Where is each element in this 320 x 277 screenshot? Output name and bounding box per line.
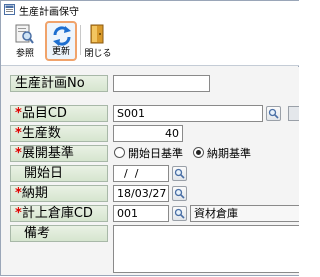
form-area: 生産計画No *品目CD S001 *生産数 40 *展開基準 開始日基準 納期… xyxy=(4,67,299,275)
item-cd-input[interactable]: S001 xyxy=(113,105,263,122)
remarks-label-text: 備考 xyxy=(24,226,51,241)
plan-no-label-text: 生産計画No xyxy=(15,76,85,91)
required-mark: * xyxy=(15,206,22,221)
radio-due-date-basis[interactable]: 納期基準 xyxy=(193,146,251,162)
warehouse-cd-input[interactable]: 001 xyxy=(113,205,169,222)
quantity-label: *生産数 xyxy=(10,125,108,142)
lookup-button[interactable]: 参照 xyxy=(9,21,41,61)
required-mark: * xyxy=(15,146,22,161)
plan-no-label: 生産計画No xyxy=(10,75,108,92)
plan-no-input[interactable] xyxy=(113,75,210,92)
quantity-input[interactable]: 40 xyxy=(113,125,183,142)
app-icon xyxy=(4,4,15,15)
search-icon xyxy=(268,108,279,119)
remarks-textarea[interactable] xyxy=(113,225,299,273)
due-date-label-text: 納期 xyxy=(21,186,48,201)
radio-start-date-basis[interactable]: 開始日基準 xyxy=(114,146,183,162)
radio-circle xyxy=(114,147,125,158)
radio-due-date-basis-label: 納期基準 xyxy=(207,147,251,160)
search-icon xyxy=(174,208,185,219)
document-lookup-icon xyxy=(15,24,34,44)
required-mark: * xyxy=(15,186,22,201)
window: 生産計画保守 参照 更新 閉じる 生産計画No *品目CD S001 *生産数 … xyxy=(0,0,299,276)
schedule-basis-label: *展開基準 xyxy=(10,145,108,162)
warehouse-cd-label: *計上倉庫CD xyxy=(10,205,108,222)
radio-start-date-basis-label: 開始日基準 xyxy=(128,147,183,160)
warehouse-search-button[interactable] xyxy=(172,206,187,221)
window-title: 生産計画保守 xyxy=(19,7,79,18)
due-date-label: *納期 xyxy=(10,185,108,202)
required-mark: * xyxy=(15,106,22,121)
radio-circle-selected xyxy=(193,147,204,158)
update-button[interactable]: 更新 xyxy=(45,21,77,61)
due-date-picker-button[interactable] xyxy=(172,186,187,201)
remarks-label: 備考 xyxy=(10,225,108,242)
warehouse-name-display: 資材倉庫 xyxy=(190,205,299,222)
item-cd-label-text: 品目CD xyxy=(21,106,67,121)
title-bar: 生産計画保守 xyxy=(1,1,299,19)
close-button[interactable]: 閉じる xyxy=(80,21,114,61)
required-mark: * xyxy=(15,126,22,141)
schedule-basis-label-text: 展開基準 xyxy=(21,146,74,161)
item-cd-extra-button[interactable] xyxy=(288,106,299,121)
lookup-button-label: 参照 xyxy=(15,49,34,59)
start-date-input[interactable]: / / xyxy=(113,165,169,182)
warehouse-cd-label-text: 計上倉庫CD xyxy=(21,206,93,221)
start-date-label-text: 開始日 xyxy=(24,166,64,181)
start-date-label: 開始日 xyxy=(10,165,108,182)
exit-door-icon xyxy=(90,24,104,44)
quantity-label-text: 生産数 xyxy=(21,126,61,141)
toolbar-separator xyxy=(80,25,81,55)
toolbar: 参照 更新 閉じる xyxy=(1,19,299,66)
due-date-input[interactable]: 18/03/27 xyxy=(113,185,169,202)
update-button-label: 更新 xyxy=(51,47,70,57)
item-cd-search-button[interactable] xyxy=(266,106,281,121)
item-cd-label: *品目CD xyxy=(10,105,108,122)
start-date-picker-button[interactable] xyxy=(172,166,187,181)
search-icon xyxy=(174,168,185,179)
search-icon xyxy=(174,188,185,199)
close-button-label: 閉じる xyxy=(84,49,112,59)
